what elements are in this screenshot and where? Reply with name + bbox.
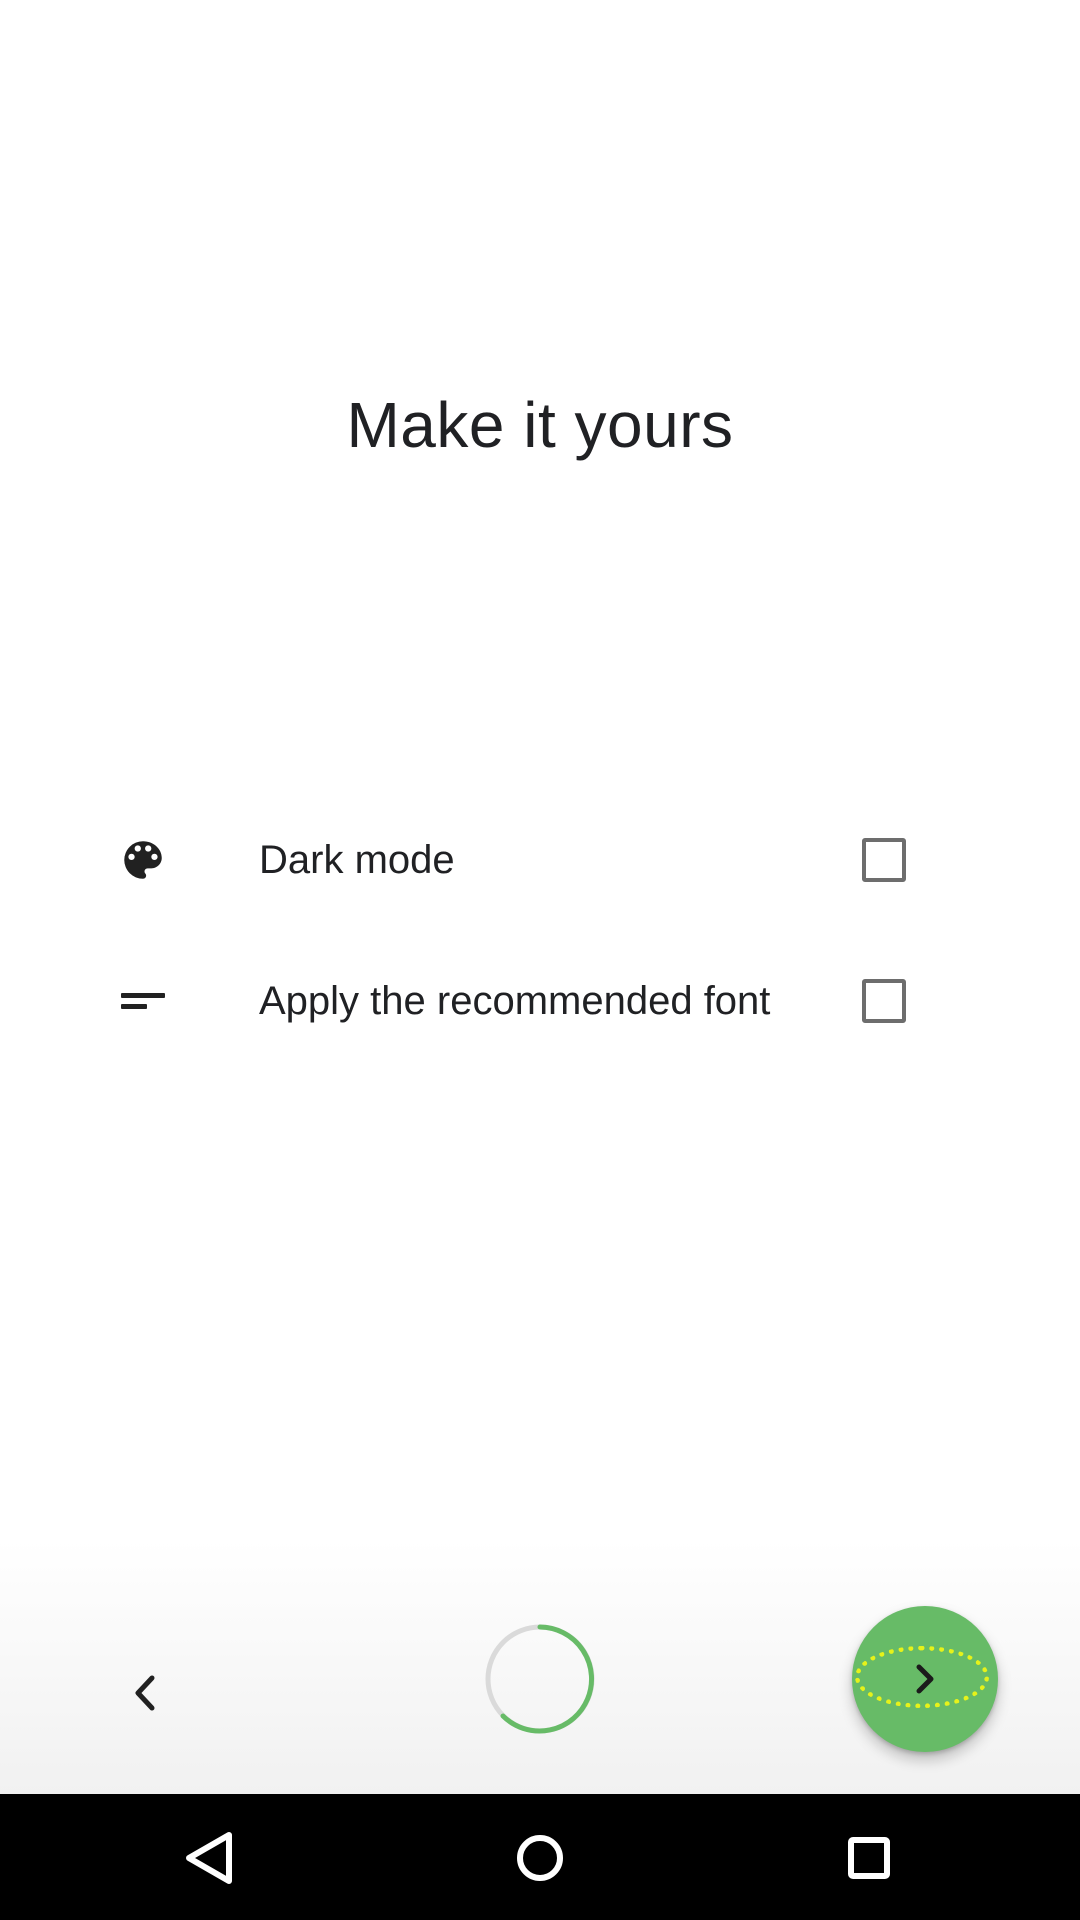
- triangle-back-icon[interactable]: [175, 1823, 245, 1893]
- recommended-font-checkbox[interactable]: [862, 979, 906, 1023]
- chevron-right-icon: [916, 1664, 934, 1694]
- progress-ring-icon: [485, 1624, 595, 1734]
- palette-icon: [124, 841, 162, 879]
- setup-screen: Make it yours Dark mode Apply the recomm…: [0, 0, 1080, 1794]
- circle-home-icon[interactable]: [505, 1823, 575, 1893]
- option-label-recommended-font: Apply the recommended font: [259, 979, 771, 1023]
- option-label-dark-mode: Dark mode: [259, 838, 455, 882]
- chevron-left-icon[interactable]: [110, 1658, 180, 1728]
- dark-mode-checkbox[interactable]: [862, 838, 906, 882]
- page-title: Make it yours: [346, 389, 734, 461]
- system-navigation-bar: [0, 1794, 1080, 1920]
- next-button[interactable]: [852, 1606, 998, 1752]
- option-row-dark-mode[interactable]: Dark mode: [0, 805, 1080, 915]
- short-text-icon: [121, 993, 165, 1009]
- option-row-recommended-font[interactable]: Apply the recommended font: [0, 946, 1080, 1056]
- square-recents-icon[interactable]: [834, 1823, 904, 1893]
